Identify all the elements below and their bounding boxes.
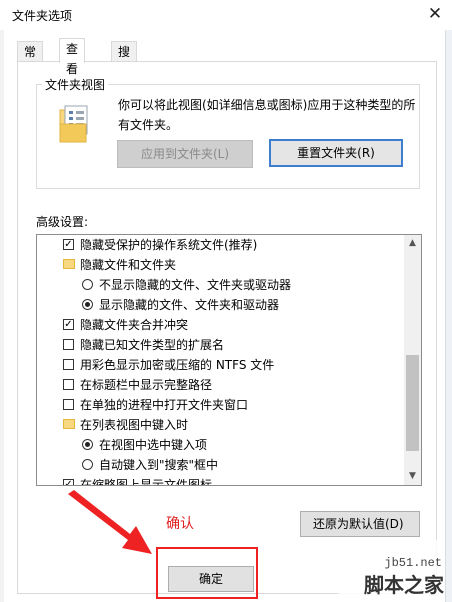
checkbox-checked[interactable]: ✓ — [63, 479, 74, 485]
advanced-settings-list: ✓ 隐藏受保护的操作系统文件(推荐) 隐藏文件和文件夹 不显示隐藏的文件、文件夹… — [36, 234, 422, 486]
left-edge — [0, 30, 4, 602]
tab-search[interactable]: 搜索 — [111, 41, 138, 79]
title-bar: 文件夹选项 ✕ — [0, 0, 452, 30]
scroll-down-icon[interactable]: ▼ — [404, 468, 421, 485]
radio-selected[interactable] — [82, 299, 93, 310]
ok-button[interactable]: 确定 — [168, 566, 254, 592]
apply-to-folders-button[interactable]: 应用到文件夹(L) — [117, 140, 253, 168]
vertical-scrollbar[interactable]: ▲ ▼ — [404, 235, 421, 485]
watermark-name: 脚本之家 — [364, 573, 444, 597]
reset-folders-button[interactable]: 重置文件夹(R) — [269, 139, 403, 167]
checkbox-checked[interactable]: ✓ — [63, 319, 74, 330]
close-icon[interactable]: ✕ — [422, 2, 448, 26]
advanced-settings-label: 高级设置: — [36, 215, 89, 229]
checkbox-unchecked[interactable] — [63, 399, 74, 410]
radio-unselected[interactable] — [82, 279, 93, 290]
restore-defaults-button[interactable]: 还原为默认值(D) — [300, 511, 420, 537]
folder-view-description: 你可以将此视图(如详细信息或图标)应用于这种类型的所有文件夹。 — [118, 98, 416, 132]
right-edge — [445, 30, 452, 602]
checkbox-checked[interactable]: ✓ — [63, 239, 74, 250]
confirm-annotation: 确认 — [166, 516, 194, 532]
tab-view[interactable]: 查看 — [59, 38, 86, 76]
checkbox-unchecked[interactable] — [63, 379, 74, 390]
folder-options-dialog: 文件夹选项 ✕ 常规 查看 搜索 文件夹视图 你可以将此视图(如详细信息或图标)… — [0, 0, 452, 602]
watermark-url: jb51.net — [384, 556, 442, 570]
checkbox-unchecked[interactable] — [63, 359, 74, 370]
folder-icon — [63, 259, 75, 269]
window-title: 文件夹选项 — [12, 9, 73, 23]
radio-selected[interactable] — [82, 439, 93, 450]
checkbox-unchecked[interactable] — [63, 339, 74, 350]
scrollbar-thumb[interactable] — [406, 355, 419, 451]
folder-views-icon — [59, 105, 88, 143]
folder-icon — [63, 419, 75, 429]
tab-general[interactable]: 常规 — [17, 41, 44, 79]
radio-unselected[interactable] — [82, 459, 93, 470]
scroll-up-icon[interactable]: ▲ — [404, 235, 421, 252]
